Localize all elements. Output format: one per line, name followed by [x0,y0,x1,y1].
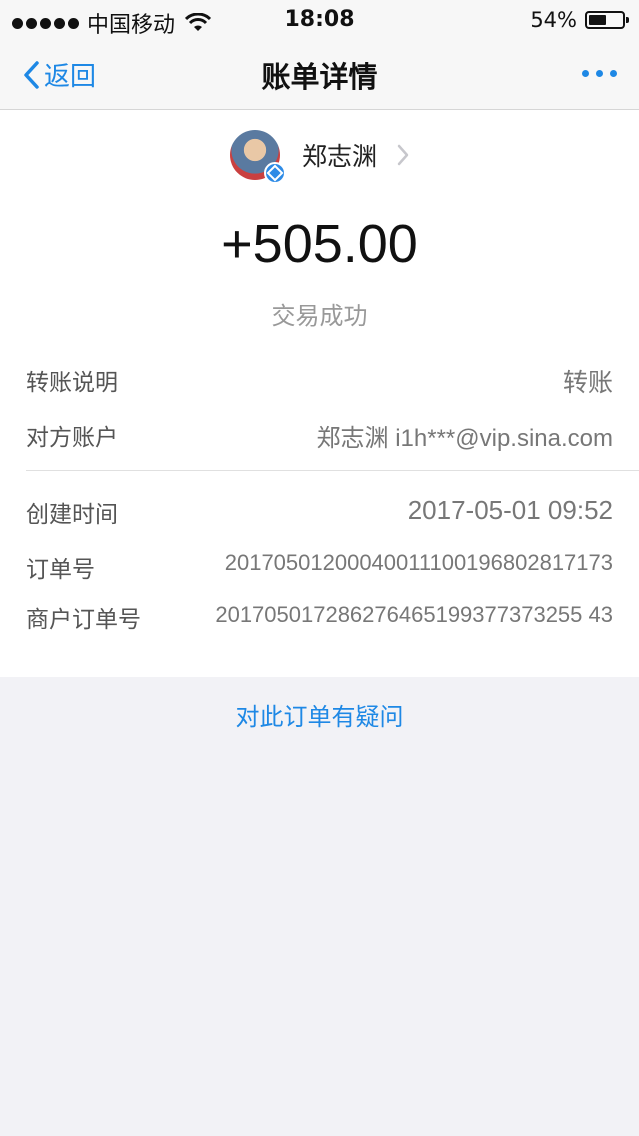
detail-row-counterparty: 对方账户 郑志渊 i1h***@vip.sina.com [26,418,613,453]
user-name: 郑志渊 [301,142,377,171]
back-button[interactable]: 返回 [22,56,96,93]
detail-label: 订单号 [26,557,95,583]
user-profile-row[interactable]: 郑志渊 [0,129,639,184]
detail-label: 创建时间 [26,502,118,528]
detail-row-order-number: 订单号 20170501200040011100196802817173 [26,550,613,584]
detail-row-created-time: 创建时间 2017-05-01 09:52 [26,495,613,529]
detail-value: 郑志渊 i1h***@vip.sina.com [316,425,613,452]
battery-level [589,15,607,25]
bill-detail-card: 郑志渊 +505.00 交易成功 转账说明 转账 对方账户 郑志渊 i1h***… [0,110,639,677]
transaction-amount: +505.00 [221,214,418,274]
status-right: 54% [530,8,629,32]
more-dots-icon[interactable] [582,70,617,77]
avatar [229,130,286,184]
divider [26,470,639,471]
battery-icon [585,11,629,29]
back-label: 返回 [44,62,97,92]
battery-percent: 54% [530,8,577,32]
transaction-status: 交易成功 [271,302,368,330]
detail-value: 201705017286276465199377373255 43 [215,602,613,627]
detail-value: 转账 [562,368,613,397]
order-question-link[interactable]: 对此订单有疑问 [0,697,639,732]
chevron-left-icon [24,60,39,89]
detail-label: 转账说明 [26,370,118,396]
status-bar: 中国移动 18:08 54% [0,0,639,40]
detail-value: 20170501200040011100196802817173 [224,550,613,575]
chevron-right-icon [397,144,409,166]
verified-badge-icon [263,162,286,184]
detail-label: 对方账户 [26,425,118,451]
detail-row-merchant-order-number: 商户订单号 201705017286276465199377373255 43 [26,600,613,634]
detail-row-transfer-note: 转账说明 转账 [26,363,613,399]
nav-bar: 返回 账单详情 [0,40,639,110]
detail-value: 2017-05-01 09:52 [407,495,613,525]
detail-label: 商户订单号 [26,607,141,633]
